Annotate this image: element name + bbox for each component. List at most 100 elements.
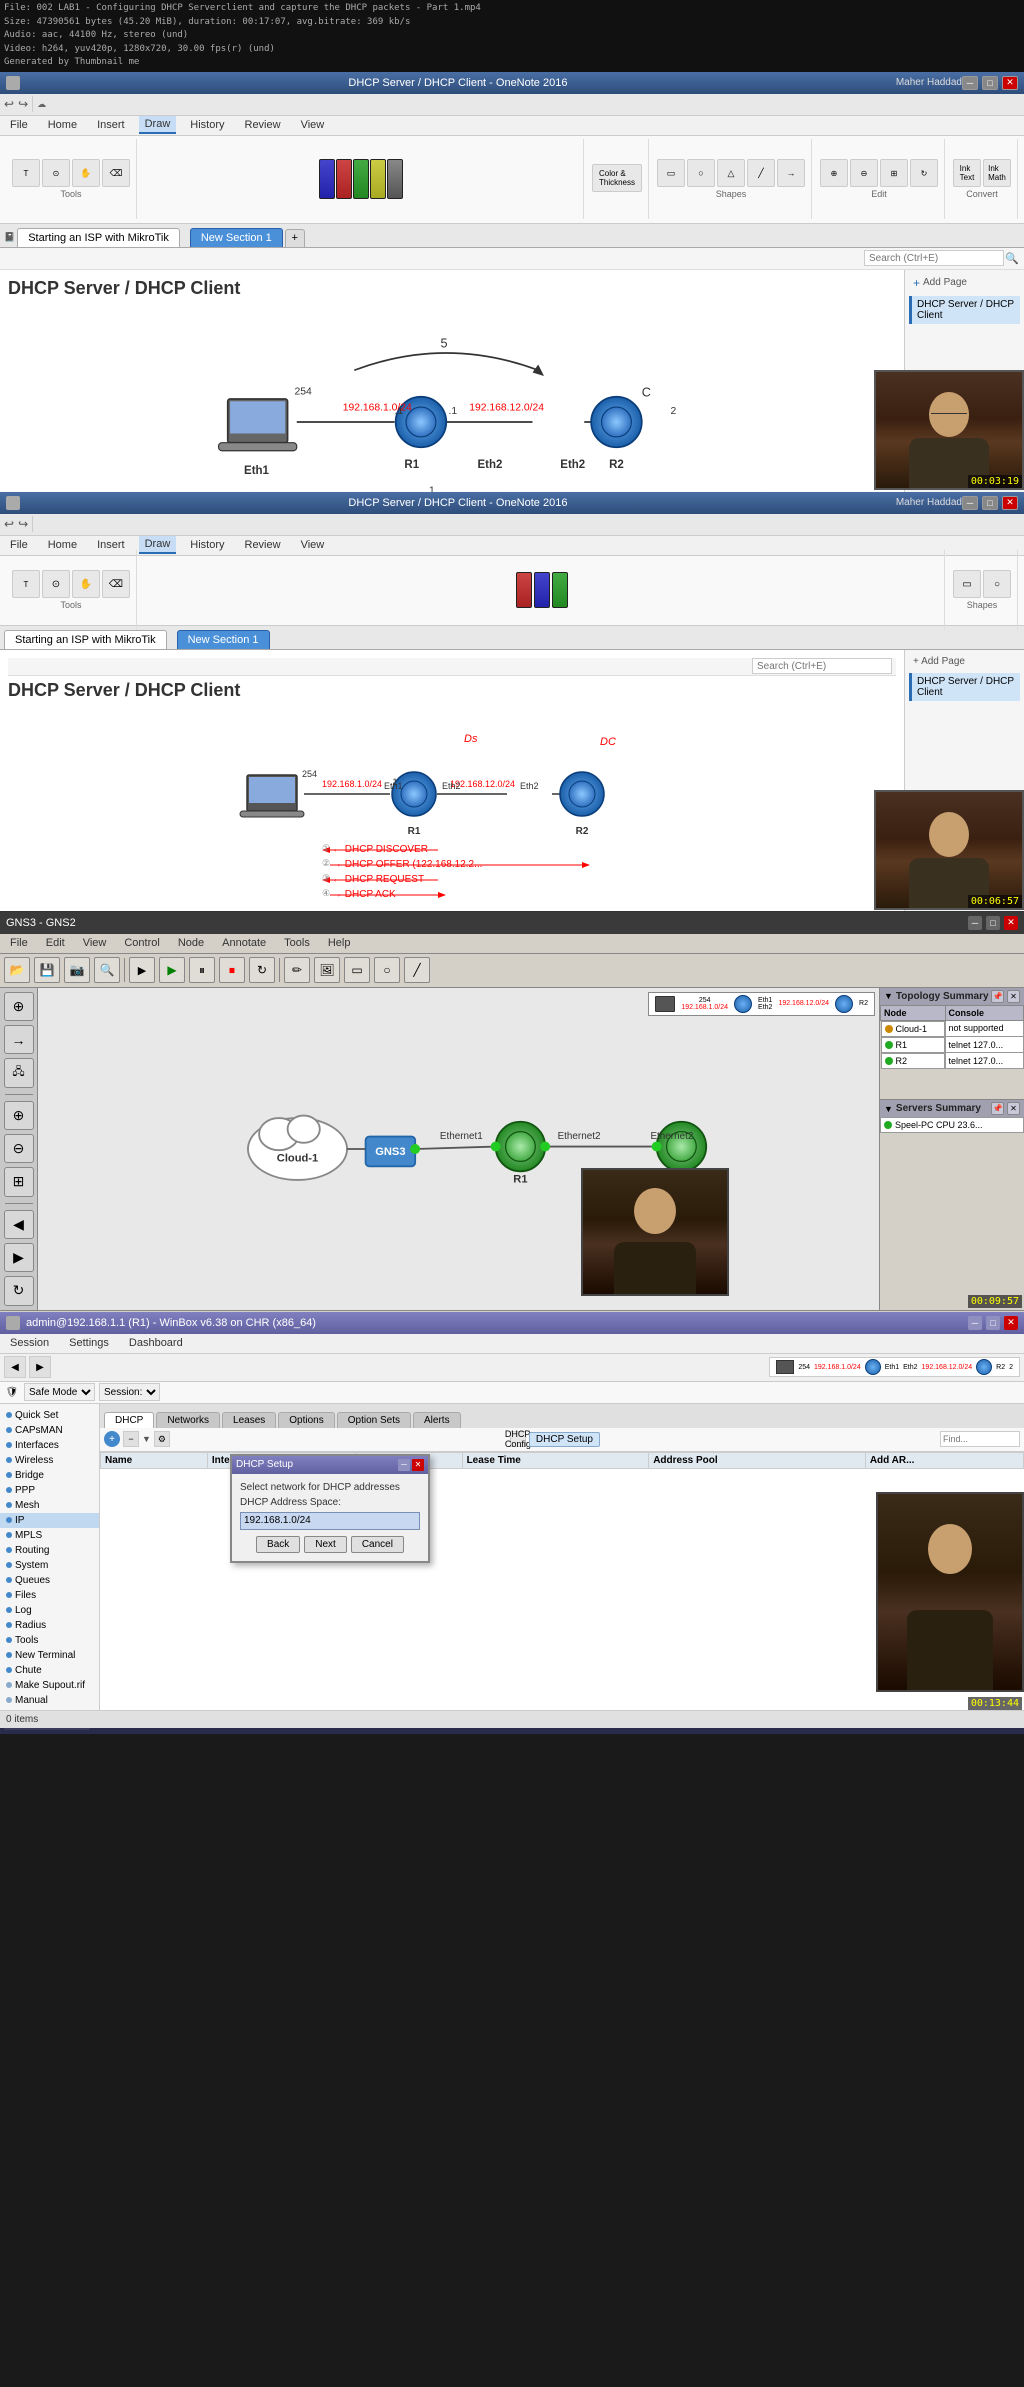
- wb-tab-networks[interactable]: Networks: [156, 1412, 220, 1428]
- dialog-close-btn[interactable]: ✕: [412, 1459, 424, 1471]
- wb-settings[interactable]: Settings: [63, 1335, 115, 1351]
- p2-type[interactable]: T: [12, 570, 40, 598]
- wb-supout[interactable]: Make Supout.rif: [0, 1678, 99, 1693]
- gns3-file[interactable]: File: [4, 935, 34, 951]
- topo-pin-btn[interactable]: 📌: [991, 990, 1004, 1003]
- server-row-1[interactable]: Speel-PC CPU 23.6...: [880, 1117, 1024, 1133]
- ink-text-btn[interactable]: InkText: [953, 159, 981, 187]
- redo-button[interactable]: ↪: [18, 97, 28, 111]
- type-tool[interactable]: T: [12, 159, 40, 187]
- wb-new-winbox[interactable]: New WinBox: [0, 1708, 99, 1710]
- winbox-min-btn[interactable]: ─: [968, 1316, 982, 1330]
- wb-find-input[interactable]: [940, 1431, 1020, 1447]
- maximize-btn-2[interactable]: □: [982, 496, 998, 510]
- wb-wireless[interactable]: Wireless: [0, 1453, 99, 1468]
- undo-button[interactable]: ↩: [4, 97, 14, 111]
- p2-page-item[interactable]: DHCP Server / DHCP Client: [909, 673, 1020, 701]
- p2-pan[interactable]: ✋: [72, 570, 100, 598]
- gns3-annotate[interactable]: Annotate: [216, 935, 272, 951]
- wb-interfaces[interactable]: Interfaces: [0, 1438, 99, 1453]
- close-btn-2[interactable]: ✕: [1002, 496, 1018, 510]
- menu-review[interactable]: Review: [239, 117, 287, 133]
- p2-shape-r[interactable]: ▭: [953, 570, 981, 598]
- maximize-button[interactable]: □: [982, 76, 998, 90]
- topo-row-cloud[interactable]: Cloud-1 not supported: [881, 1020, 1024, 1037]
- shape-circle[interactable]: ○: [687, 159, 715, 187]
- servers-close-btn[interactable]: ✕: [1007, 1102, 1020, 1115]
- wb-chute[interactable]: Chute: [0, 1663, 99, 1678]
- wb-session-select[interactable]: Session:: [99, 1383, 160, 1401]
- menu-insert[interactable]: Insert: [91, 117, 131, 133]
- search-icon[interactable]: 🔍: [1004, 250, 1020, 266]
- winbox-max-btn[interactable]: □: [986, 1316, 1000, 1330]
- shape-line[interactable]: ╱: [747, 159, 775, 187]
- menu-history[interactable]: History: [184, 117, 230, 133]
- gns3-arrow-btn[interactable]: →: [4, 1025, 34, 1054]
- gns3-max-btn[interactable]: □: [986, 916, 1000, 930]
- wb-manual[interactable]: Manual: [0, 1693, 99, 1708]
- menu-file[interactable]: File: [4, 117, 34, 133]
- gns3-reload-btn[interactable]: ↻: [249, 957, 275, 983]
- wb-safemode-icon[interactable]: 🛡: [4, 1384, 20, 1400]
- wb-ip[interactable]: IP: [0, 1513, 99, 1528]
- wb-files[interactable]: Files: [0, 1588, 99, 1603]
- gns3-save-btn[interactable]: 💾: [34, 957, 60, 983]
- p2-notebook-tab[interactable]: Starting an ISP with MikroTik: [4, 630, 167, 649]
- insert-space-btn[interactable]: ⊕: [820, 159, 848, 187]
- wb-system[interactable]: System: [0, 1558, 99, 1573]
- gns3-zoom-in-btn[interactable]: ⊕: [4, 1101, 34, 1130]
- gns3-line-btn[interactable]: ╱: [404, 957, 430, 983]
- shape-arrow[interactable]: →: [777, 159, 805, 187]
- gns3-console-btn[interactable]: ▶: [129, 957, 155, 983]
- gns3-open-btn[interactable]: 📂: [4, 957, 30, 983]
- pen-tool-blue[interactable]: [319, 159, 335, 199]
- gns3-move-btn[interactable]: ⊕: [4, 992, 34, 1021]
- topo-close-btn[interactable]: ✕: [1007, 990, 1020, 1003]
- notebook-tab[interactable]: Starting an ISP with MikroTik: [17, 228, 180, 247]
- delete-btn[interactable]: ⊖: [850, 159, 878, 187]
- wb-settings-btn[interactable]: ⚙: [154, 1431, 170, 1447]
- wb-add-btn[interactable]: +: [104, 1431, 120, 1447]
- wb-bridge[interactable]: Bridge: [0, 1468, 99, 1483]
- pen-tool-yellow[interactable]: [370, 159, 386, 199]
- dialog-min-btn[interactable]: ─: [398, 1459, 410, 1471]
- gns3-view[interactable]: View: [77, 935, 113, 951]
- wb-tab-leases[interactable]: Leases: [222, 1412, 276, 1428]
- gns3-play-btn[interactable]: ▶: [159, 957, 185, 983]
- wb-new-terminal[interactable]: New Terminal: [0, 1648, 99, 1663]
- menu-home[interactable]: Home: [42, 117, 83, 133]
- p2-section-tab[interactable]: New Section 1: [177, 630, 270, 649]
- wb-back-btn[interactable]: ◀: [4, 1356, 26, 1378]
- minimize-btn-2[interactable]: ─: [962, 496, 978, 510]
- gns3-min-btn[interactable]: ─: [968, 916, 982, 930]
- section-tab[interactable]: New Section 1: [190, 228, 283, 247]
- menu-draw[interactable]: Draw: [139, 116, 177, 134]
- pen-tool-red[interactable]: [336, 159, 352, 199]
- gns3-zoom-btn[interactable]: 🔍: [94, 957, 120, 983]
- pen-tool-green[interactable]: [353, 159, 369, 199]
- wb-radius[interactable]: Radius: [0, 1618, 99, 1633]
- search-input[interactable]: [864, 250, 1004, 266]
- gns3-fit-btn[interactable]: ⊞: [4, 1167, 34, 1196]
- wb-log[interactable]: Log: [0, 1603, 99, 1618]
- wb-forward-btn[interactable]: ▶: [29, 1356, 51, 1378]
- gns3-pause-btn[interactable]: ⏸: [189, 957, 215, 983]
- p2-add-page[interactable]: + Add Page: [909, 654, 1020, 669]
- winbox-close-btn[interactable]: ✕: [1004, 1316, 1018, 1330]
- wb-tools[interactable]: Tools: [0, 1633, 99, 1648]
- wb-tab-dhcp[interactable]: DHCP: [104, 1412, 154, 1428]
- eraser-tool[interactable]: ⌫: [102, 159, 130, 187]
- dialog-back-btn[interactable]: Back: [256, 1536, 300, 1553]
- wb-setup-tab[interactable]: DHCP Setup: [529, 1432, 600, 1447]
- gns3-help[interactable]: Help: [322, 935, 357, 951]
- topo-row-r1[interactable]: R1 telnet 127.0...: [881, 1037, 1024, 1053]
- servers-pin-btn[interactable]: 📌: [991, 1102, 1004, 1115]
- gns3-back-btn[interactable]: ◀: [4, 1210, 34, 1239]
- add-page-button[interactable]: + Add Page: [909, 274, 1020, 292]
- panning-tool[interactable]: ✋: [72, 159, 100, 187]
- wb-tab-alerts[interactable]: Alerts: [413, 1412, 461, 1428]
- undo-btn-2[interactable]: ↩: [4, 517, 14, 531]
- wb-routing[interactable]: Routing: [0, 1543, 99, 1558]
- wb-config-tab[interactable]: DHCP Config: [510, 1431, 526, 1447]
- p2-pen-red[interactable]: [516, 572, 532, 608]
